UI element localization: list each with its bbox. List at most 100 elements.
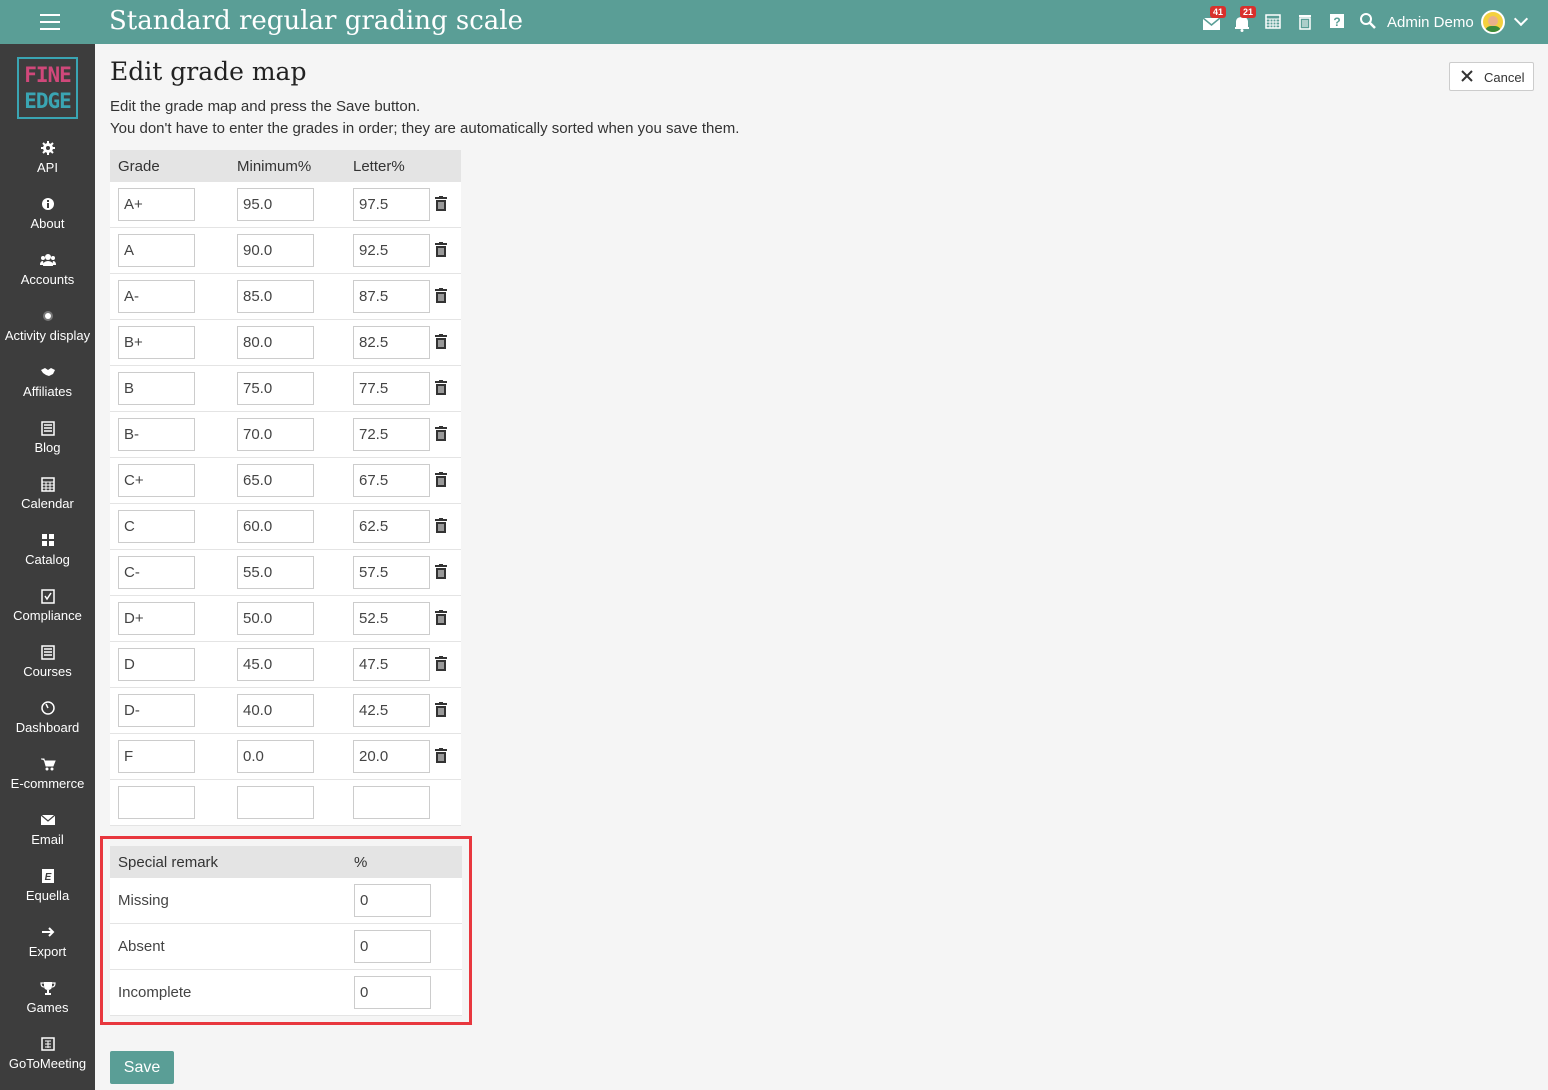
minimum-input[interactable]: 80.0 (237, 326, 314, 359)
letter-input[interactable]: 82.5 (353, 326, 430, 359)
sidebar-item-accounts[interactable]: Accounts (0, 252, 95, 308)
sidebar-item-gotomeeting[interactable]: GoToMeeting (0, 1036, 95, 1090)
delete-row-icon[interactable] (434, 564, 448, 580)
minimum-input[interactable]: 0.0 (237, 740, 314, 773)
grade-input[interactable]: B- (118, 418, 195, 451)
user-name[interactable]: Admin Demo (1387, 14, 1474, 31)
delete-row-icon[interactable] (434, 426, 448, 442)
sidebar-item-dashboard[interactable]: Dashboard (0, 700, 95, 756)
logo[interactable]: FINE EDGE (17, 57, 78, 119)
minimum-input[interactable] (237, 786, 314, 819)
sidebar-item-blog[interactable]: Blog (0, 420, 95, 476)
table-row: F 0.0 20.0 (110, 734, 461, 780)
minimum-input[interactable]: 90.0 (237, 234, 314, 267)
minimum-input[interactable]: 45.0 (237, 648, 314, 681)
minimum-input[interactable]: 65.0 (237, 464, 314, 497)
letter-input[interactable]: 52.5 (353, 602, 430, 635)
remark-percent-input[interactable]: 0 (354, 930, 431, 963)
users-icon (39, 252, 56, 268)
grade-input[interactable]: C- (118, 556, 195, 589)
sidebar-item-affiliates[interactable]: Affiliates (0, 364, 95, 420)
remark-percent-input[interactable]: 0 (354, 884, 431, 917)
grade-input[interactable]: B+ (118, 326, 195, 359)
letter-input[interactable]: 62.5 (353, 510, 430, 543)
cancel-button[interactable]: Cancel (1449, 62, 1534, 91)
letter-input[interactable]: 57.5 (353, 556, 430, 589)
delete-row-icon[interactable] (434, 242, 448, 258)
svg-text:?: ? (1333, 15, 1340, 29)
avatar[interactable] (1481, 10, 1505, 34)
sidebar-item-activity-display[interactable]: Activity display (0, 308, 95, 364)
letter-input[interactable]: 87.5 (353, 280, 430, 313)
remark-row: Absent 0 (110, 924, 462, 970)
remark-label: Absent (118, 938, 165, 955)
sidebar-item-email[interactable]: Email (0, 812, 95, 868)
menu-icon[interactable] (40, 14, 60, 30)
delete-row-icon[interactable] (434, 518, 448, 534)
grade-input[interactable]: A+ (118, 188, 195, 221)
minimum-input[interactable]: 55.0 (237, 556, 314, 589)
calendar-icon[interactable] (1264, 12, 1284, 32)
grade-input[interactable]: D- (118, 694, 195, 727)
delete-row-icon[interactable] (434, 610, 448, 626)
remark-label: Incomplete (118, 984, 192, 1001)
sidebar-item-about[interactable]: About (0, 196, 95, 252)
letter-input[interactable]: 67.5 (353, 464, 430, 497)
grade-input[interactable]: C+ (118, 464, 195, 497)
grade-input[interactable]: B (118, 372, 195, 405)
letter-input[interactable]: 20.0 (353, 740, 430, 773)
grade-input[interactable]: A (118, 234, 195, 267)
delete-row-icon[interactable] (434, 288, 448, 304)
grade-input[interactable]: D (118, 648, 195, 681)
help-icon[interactable]: ? (1328, 12, 1348, 32)
minimum-input[interactable]: 40.0 (237, 694, 314, 727)
grade-input[interactable]: D+ (118, 602, 195, 635)
sidebar-item-export[interactable]: Export (0, 924, 95, 980)
delete-row-icon[interactable] (434, 380, 448, 396)
minimum-input[interactable]: 75.0 (237, 372, 314, 405)
sidebar-item-label: Email (31, 832, 64, 847)
delete-row-icon[interactable] (434, 334, 448, 350)
letter-input[interactable]: 47.5 (353, 648, 430, 681)
minimum-input[interactable]: 95.0 (237, 188, 314, 221)
letter-input[interactable]: 97.5 (353, 188, 430, 221)
grade-input[interactable]: F (118, 740, 195, 773)
delete-row-icon[interactable] (434, 748, 448, 764)
letter-input[interactable]: 72.5 (353, 418, 430, 451)
delete-row-icon[interactable] (434, 196, 448, 212)
delete-row-icon[interactable] (434, 702, 448, 718)
letter-input[interactable]: 42.5 (353, 694, 430, 727)
page-title: Standard regular grading scale (109, 6, 523, 36)
sidebar-item-api[interactable]: API (0, 140, 95, 196)
minimum-input[interactable]: 50.0 (237, 602, 314, 635)
minimum-input[interactable]: 70.0 (237, 418, 314, 451)
trash-icon[interactable] (1296, 12, 1316, 32)
sidebar-item-equella[interactable]: E Equella (0, 868, 95, 924)
letter-input[interactable] (353, 786, 430, 819)
letter-input[interactable]: 92.5 (353, 234, 430, 267)
logo-line2: EDGE (24, 89, 72, 113)
save-button[interactable]: Save (110, 1051, 174, 1084)
minimum-input[interactable]: 85.0 (237, 280, 314, 313)
minimum-input[interactable]: 60.0 (237, 510, 314, 543)
delete-row-icon[interactable] (434, 656, 448, 672)
sidebar-item-compliance[interactable]: Compliance (0, 588, 95, 644)
bell-icon[interactable]: 21 (1232, 6, 1257, 32)
remark-percent-input[interactable]: 0 (354, 976, 431, 1009)
sidebar-item-calendar[interactable]: Calendar (0, 476, 95, 532)
delete-row-icon[interactable] (434, 472, 448, 488)
chevron-down-icon[interactable] (1513, 11, 1529, 27)
letter-input[interactable]: 77.5 (353, 372, 430, 405)
grade-input[interactable]: C (118, 510, 195, 543)
mail-icon[interactable]: 41 (1202, 6, 1227, 32)
sidebar-item-label: Activity display (4, 328, 91, 343)
header-grade: Grade (118, 158, 160, 175)
sidebar-item-e-commerce[interactable]: E-commerce (0, 756, 95, 812)
sidebar-item-games[interactable]: Games (0, 980, 95, 1036)
sidebar-item-catalog[interactable]: Catalog (0, 532, 95, 588)
grade-input[interactable] (118, 786, 195, 819)
table-row: A- 85.0 87.5 (110, 274, 461, 320)
grade-input[interactable]: A- (118, 280, 195, 313)
sidebar-item-courses[interactable]: Courses (0, 644, 95, 700)
search-icon[interactable] (1359, 12, 1379, 32)
